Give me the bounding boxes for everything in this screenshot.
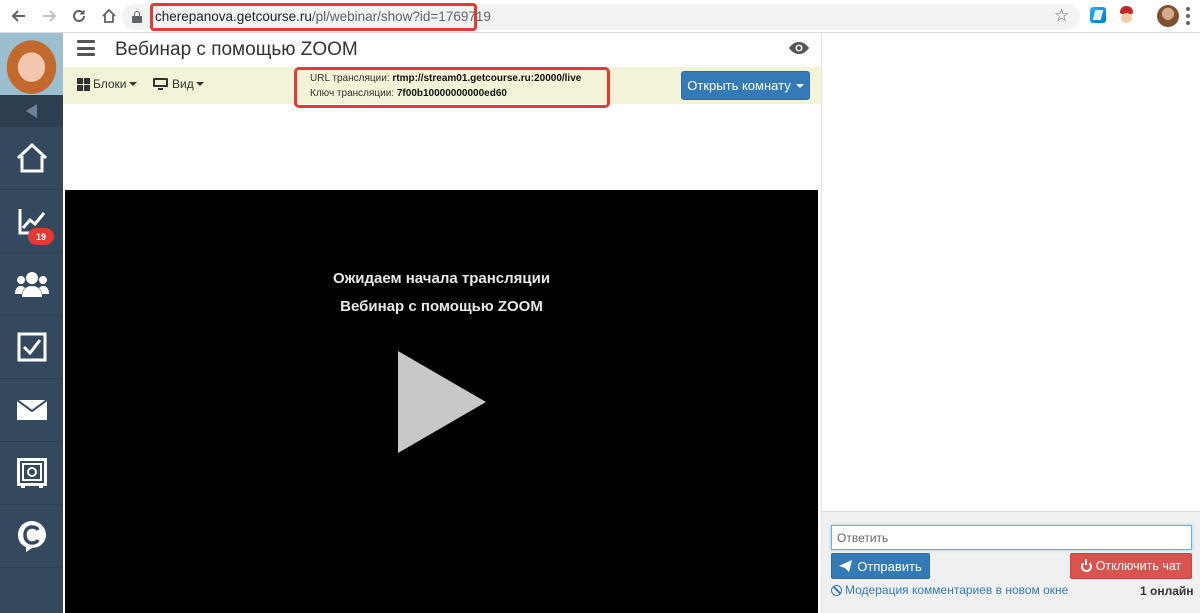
sidebar-item-users[interactable]: [0, 253, 63, 316]
main-content: Вебинар с помощью ZOOM Блоки Вид URL тра…: [63, 33, 821, 613]
browser-toolbar: cherepanova.getcourse.ru/pl/webinar/show…: [0, 0, 1200, 33]
notification-badge: 19: [28, 228, 54, 245]
monitor-icon: [153, 78, 168, 90]
chat-panel: Отправить Отключить чат Модерация коммен…: [821, 33, 1200, 613]
disable-chat-label: Отключить чат: [1095, 559, 1182, 573]
sidebar-item-home[interactable]: [0, 127, 63, 190]
sidebar: 19: [0, 33, 63, 613]
url-highlight-frame: [150, 3, 477, 31]
view-dropdown[interactable]: Вид: [153, 77, 204, 91]
power-icon: [1080, 558, 1092, 572]
home-browser-icon[interactable]: [94, 1, 124, 31]
forward-arrow-icon[interactable]: [34, 1, 64, 31]
webinar-toolbar: Блоки Вид URL трансляции: rtmp://stream0…: [63, 67, 821, 108]
reply-input[interactable]: [831, 525, 1192, 550]
online-count: 1 онлайн: [1140, 584, 1194, 598]
sidebar-item-tasks[interactable]: [0, 316, 63, 379]
lock-icon: [132, 11, 142, 23]
eye-icon[interactable]: [788, 41, 810, 55]
send-button[interactable]: Отправить: [831, 553, 930, 579]
caret-down-icon: [795, 83, 804, 88]
grid-icon: [77, 77, 90, 91]
stream-highlight-frame: [294, 67, 610, 108]
blocks-label: Блоки: [93, 77, 127, 91]
reload-icon[interactable]: [64, 1, 94, 31]
moderation-label: Модерация комментариев в новом окне: [845, 583, 1069, 597]
video-title-text: Вебинар с помощью ZOOM: [340, 298, 543, 315]
sidebar-item-messages[interactable]: [0, 379, 63, 442]
open-room-label: Открыть комнату: [687, 78, 791, 93]
user-avatar[interactable]: [0, 33, 63, 95]
paper-plane-icon: [839, 560, 853, 572]
chat-footer: Отправить Отключить чат Модерация коммен…: [822, 511, 1200, 613]
users-icon: [14, 272, 49, 297]
caret-down-icon: [195, 82, 204, 86]
bookmark-star-icon[interactable]: ☆: [1054, 6, 1069, 26]
play-icon[interactable]: [398, 351, 486, 453]
envelope-icon: [16, 400, 47, 420]
video-status-text: Ожидаем начала трансляции: [332, 270, 551, 287]
caret-down-icon: [128, 82, 137, 86]
extension-helper-icon[interactable]: [1118, 6, 1135, 24]
ban-icon: [831, 584, 842, 596]
back-arrow-icon[interactable]: [4, 1, 34, 31]
moderation-link[interactable]: Модерация комментариев в новом окне: [831, 583, 1068, 597]
disable-chat-button[interactable]: Отключить чат: [1070, 553, 1192, 579]
open-room-button[interactable]: Открыть комнату: [681, 71, 810, 100]
sound-icon[interactable]: [0, 95, 63, 127]
view-label: Вид: [172, 77, 194, 91]
browser-menu-icon[interactable]: [1186, 7, 1190, 25]
profile-avatar[interactable]: [1157, 5, 1179, 27]
checkbox-icon: [17, 332, 46, 362]
extension-icon[interactable]: [1090, 7, 1106, 23]
blocks-dropdown[interactable]: Блоки: [77, 77, 137, 91]
safe-icon: [16, 458, 47, 488]
sidebar-item-getcourse[interactable]: [0, 505, 63, 568]
send-label: Отправить: [857, 558, 922, 574]
home-icon: [16, 142, 47, 173]
video-player[interactable]: Ожидаем начала трансляции Вебинар с помо…: [65, 190, 818, 613]
page-title: Вебинар с помощью ZOOM: [115, 39, 358, 60]
sidebar-item-safe[interactable]: [0, 442, 63, 505]
hamburger-menu-icon[interactable]: [77, 40, 95, 56]
getcourse-logo-icon: [17, 521, 46, 552]
